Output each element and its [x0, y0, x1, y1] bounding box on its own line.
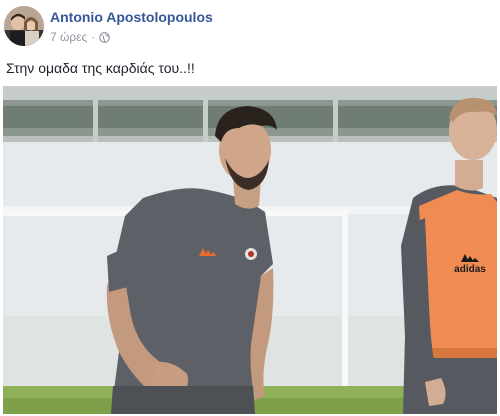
facebook-post: Antonio Apostolopoulos 7 ώρες · Στην ομα…: [0, 0, 500, 416]
author-avatar[interactable]: [4, 6, 44, 46]
meta-separator: ·: [91, 30, 96, 44]
post-header: Antonio Apostolopoulos 7 ώρες ·: [0, 0, 500, 52]
post-meta: 7 ώρες ·: [50, 30, 111, 44]
post-photo[interactable]: adidas: [3, 86, 497, 414]
post-timestamp[interactable]: 7 ώρες: [50, 30, 87, 44]
globe-icon[interactable]: [99, 31, 111, 43]
post-caption: Στην ομαδα της καρδιάς του..!!: [6, 60, 195, 76]
author-name-link[interactable]: Antonio Apostolopoulos: [50, 9, 213, 25]
bib-brand-text: adidas: [454, 264, 486, 275]
